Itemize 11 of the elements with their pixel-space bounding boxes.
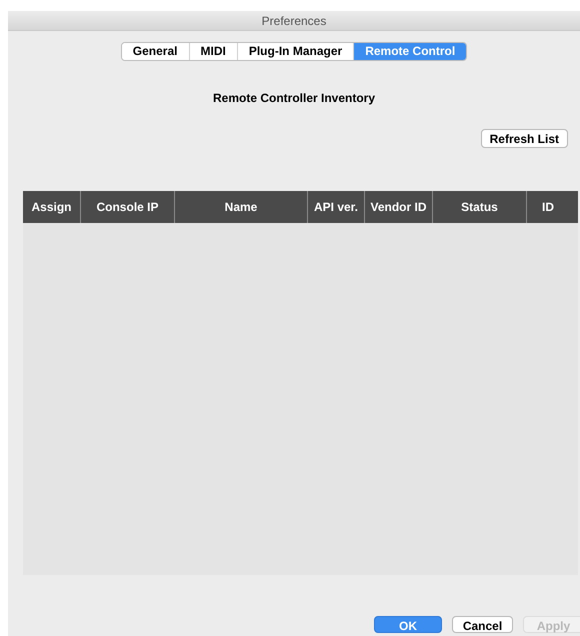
section-heading: Remote Controller Inventory (212, 90, 376, 107)
refresh-list-button[interactable]: Refresh List (480, 129, 568, 148)
column-header[interactable]: Status (432, 191, 526, 223)
column-header[interactable]: Assign (23, 191, 80, 223)
column-header[interactable]: ID (526, 191, 569, 223)
dialog-button[interactable]: Cancel (452, 616, 513, 633)
column-header[interactable]: API ver. (307, 191, 364, 223)
column-header[interactable]: Vendor ID (364, 191, 432, 223)
column-header[interactable]: Name (174, 191, 307, 223)
window-title: Preferences (262, 12, 326, 30)
column-header[interactable]: Console IP (80, 191, 174, 223)
